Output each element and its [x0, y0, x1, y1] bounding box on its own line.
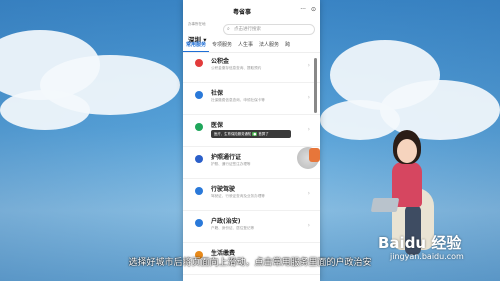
service-name: 护照通行证: [211, 154, 242, 161]
tab-life[interactable]: 人生事: [235, 40, 256, 52]
logo-brand: Baidu 经验: [378, 234, 462, 252]
service-name: 户政(治安): [211, 218, 241, 225]
search-input[interactable]: ⌕ 点击进行搜索: [223, 24, 315, 35]
caption: 选择好城市后将页面向上滑动，点击常用服务里面的户政治安: [128, 258, 372, 268]
search-icon: ⌕: [227, 26, 230, 32]
popup-action[interactable]: 首屏了: [258, 132, 268, 136]
target-icon[interactable]: ⊙: [311, 6, 316, 13]
chevron-right-icon: ›: [307, 190, 310, 197]
service-desc: 公积金缴存信息查询、提取预约: [211, 66, 262, 70]
cloud: [320, 100, 400, 140]
chevron-right-icon: ›: [307, 94, 310, 101]
housing-fund-icon: [195, 59, 203, 67]
service-name: 医保: [211, 122, 224, 129]
medical-insurance-icon: [195, 123, 203, 131]
presenter-face: [397, 139, 417, 163]
passport-icon: [195, 155, 203, 163]
floating-badge-icon[interactable]: [309, 148, 320, 162]
app-header: 粤省事 ··· ⊙: [183, 0, 320, 22]
driving-icon: [195, 187, 203, 195]
cloud: [380, 80, 500, 140]
tab-common[interactable]: 常用服务: [183, 40, 210, 52]
scrollbar[interactable]: [314, 58, 317, 113]
chevron-right-icon: ›: [307, 222, 310, 229]
tab-cross[interactable]: 跨: [282, 40, 293, 52]
service-desc: 驾驶证、行驶证查询及业务办理等: [211, 194, 265, 198]
service-desc: 护照、通行证签注办理等: [211, 162, 251, 166]
cloud: [0, 90, 90, 130]
top-icons: ··· ⊙: [300, 6, 316, 13]
laptop: [370, 198, 400, 212]
service-item-driving[interactable]: 行驶驾驶 驾驶证、行驶证查询及业务办理等 ›: [183, 180, 320, 211]
tab-special[interactable]: 专项服务: [209, 40, 235, 52]
household-icon: [195, 219, 203, 227]
service-item-household[interactable]: 户政(治安) 户籍、身份证、居住登记等 ›: [183, 212, 320, 243]
tab-legal[interactable]: 法人服务: [256, 40, 282, 52]
service-name: 行驶驾驶: [211, 186, 236, 193]
chevron-right-icon: ›: [307, 62, 310, 69]
popup-dot-icon: ●: [252, 132, 258, 136]
more-icon[interactable]: ···: [300, 6, 306, 13]
service-name: 公积金: [211, 58, 230, 65]
social-security-icon: [195, 91, 203, 99]
service-desc: 户籍、身份证、居住登记等: [211, 226, 255, 230]
service-item-social-security[interactable]: 社保 社保缴费信息查询、申领社保卡等 ›: [183, 84, 320, 115]
search-placeholder: 点击进行搜索: [234, 27, 261, 32]
service-item-housing-fund[interactable]: 公积金 公积金缴存信息查询、提取预约 ›: [183, 52, 320, 83]
city-label: 办事所在地: [188, 22, 206, 26]
notice-popup[interactable]: 医疗、生育保险服务通知 ● 首屏了: [211, 130, 291, 138]
chevron-right-icon: ›: [307, 126, 310, 133]
app-title: 粤省事: [233, 9, 252, 16]
phone-screen: 粤省事 ··· ⊙ 办事所在地 深圳 ▾ ⌕ 点击进行搜索 常用服务 专项服务 …: [183, 0, 320, 281]
service-desc: 社保缴费信息查询、申领社保卡等: [211, 98, 265, 102]
popup-text: 医疗、生育保险服务通知: [214, 132, 252, 136]
service-name: 社保: [211, 90, 224, 97]
